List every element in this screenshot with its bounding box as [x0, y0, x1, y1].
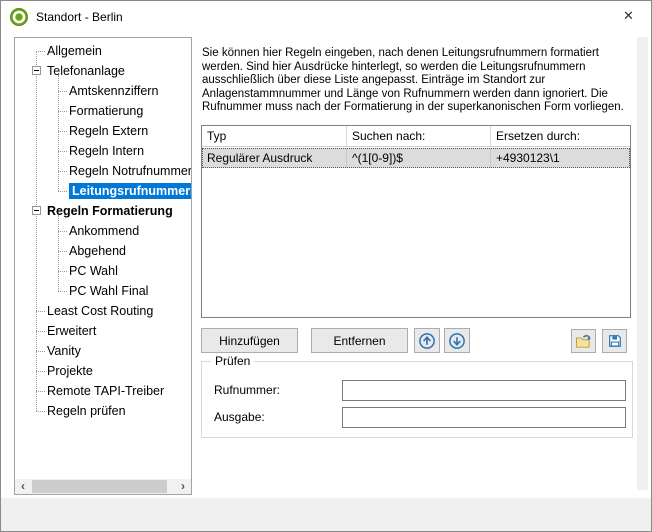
description-text: Sie können hier Regeln eingeben, nach de… — [202, 47, 624, 114]
column-header-typ[interactable]: Typ — [202, 126, 347, 146]
tree-item-abgehend[interactable]: Abgehend — [15, 241, 191, 261]
tree-item-regeln-formatierung[interactable]: Regeln Formatierung — [15, 201, 191, 221]
move-up-button[interactable] — [414, 328, 440, 353]
tree-horizontal-scrollbar[interactable]: ‹ › — [15, 479, 191, 494]
panel-vertical-scrollbar[interactable] — [637, 37, 648, 490]
rules-table: Typ Suchen nach: Ersetzen durch: Regulär… — [201, 125, 631, 318]
button-bar: OK Abbrechen Hilfe — [1, 498, 651, 531]
move-down-button[interactable] — [444, 328, 470, 353]
standort-dialog: Standort - Berlin ✕ Allgemein Telefonanl… — [0, 0, 652, 532]
app-icon — [10, 7, 28, 26]
close-icon[interactable]: ✕ — [606, 1, 651, 31]
tree-item-telefonanlage[interactable]: Telefonanlage — [15, 61, 191, 81]
column-header-ersetzen[interactable]: Ersetzen durch: — [491, 126, 630, 146]
table-header: Typ Suchen nach: Ersetzen durch: — [202, 126, 630, 147]
add-button[interactable]: Hinzufügen — [201, 328, 298, 353]
tree-item-regeln-notrufnummer[interactable]: Regeln Notrufnummer — [15, 161, 191, 181]
tree-item-projekte[interactable]: Projekte — [15, 361, 191, 381]
remove-button[interactable]: Entfernen — [311, 328, 408, 353]
import-button[interactable] — [571, 329, 596, 353]
rufnummer-label: Rufnummer: — [214, 383, 281, 397]
cell-suchen: ^(1[0-9])$ — [347, 148, 491, 168]
table-row[interactable]: Regulärer Ausdruck ^(1[0-9])$ +4930123\1 — [202, 148, 630, 168]
pruefen-groupbox: Prüfen Rufnummer: Ausgabe: — [201, 354, 633, 438]
tree-item-vanity[interactable]: Vanity — [15, 341, 191, 361]
column-header-suchen[interactable]: Suchen nach: — [347, 126, 491, 146]
tree-item-ankommend[interactable]: Ankommend — [15, 221, 191, 241]
cell-ersetzen: +4930123\1 — [491, 148, 630, 168]
rufnummer-input[interactable] — [342, 380, 626, 401]
ausgabe-label: Ausgabe: — [214, 410, 265, 424]
tree-item-regeln-pruefen[interactable]: Regeln prüfen — [15, 401, 191, 421]
title-bar[interactable]: Standort - Berlin ✕ — [1, 1, 651, 32]
tree-item-allgemein[interactable]: Allgemein — [15, 41, 191, 61]
tree-item-least-cost-routing[interactable]: Least Cost Routing — [15, 301, 191, 321]
scroll-right-icon[interactable]: › — [175, 479, 191, 494]
tree-item-pc-wahl-final[interactable]: PC Wahl Final — [15, 281, 191, 301]
groupbox-title: Prüfen — [211, 354, 255, 368]
window-title: Standort - Berlin — [36, 9, 123, 24]
arrow-down-circle-icon — [449, 332, 465, 349]
tree-item-remote-tapi-treiber[interactable]: Remote TAPI-Treiber — [15, 381, 191, 401]
tree-item-regeln-intern[interactable]: Regeln Intern — [15, 141, 191, 161]
folder-import-icon — [575, 334, 591, 348]
tree-item-erweitert[interactable]: Erweitert — [15, 321, 191, 341]
save-floppy-icon — [608, 335, 621, 347]
tree-item-formatierung[interactable]: Formatierung — [15, 101, 191, 121]
scroll-left-icon[interactable]: ‹ — [15, 479, 31, 494]
tree-item-amtskennziffern[interactable]: Amtskennziffern — [15, 81, 191, 101]
tree-item-regeln-extern[interactable]: Regeln Extern — [15, 121, 191, 141]
collapse-icon[interactable] — [32, 206, 41, 215]
scrollbar-thumb[interactable] — [32, 480, 167, 493]
settings-tree: Allgemein Telefonanlage Amtskennziffern … — [14, 37, 192, 495]
collapse-icon[interactable] — [32, 66, 41, 75]
tree-item-leitungsrufnummern[interactable]: Leitungsrufnummern — [15, 181, 191, 201]
tree-items: Allgemein Telefonanlage Amtskennziffern … — [15, 41, 191, 421]
save-button[interactable] — [602, 329, 627, 353]
ausgabe-input[interactable] — [342, 407, 626, 428]
cell-typ: Regulärer Ausdruck — [202, 148, 347, 168]
tree-item-pc-wahl[interactable]: PC Wahl — [15, 261, 191, 281]
arrow-up-circle-icon — [419, 332, 435, 349]
